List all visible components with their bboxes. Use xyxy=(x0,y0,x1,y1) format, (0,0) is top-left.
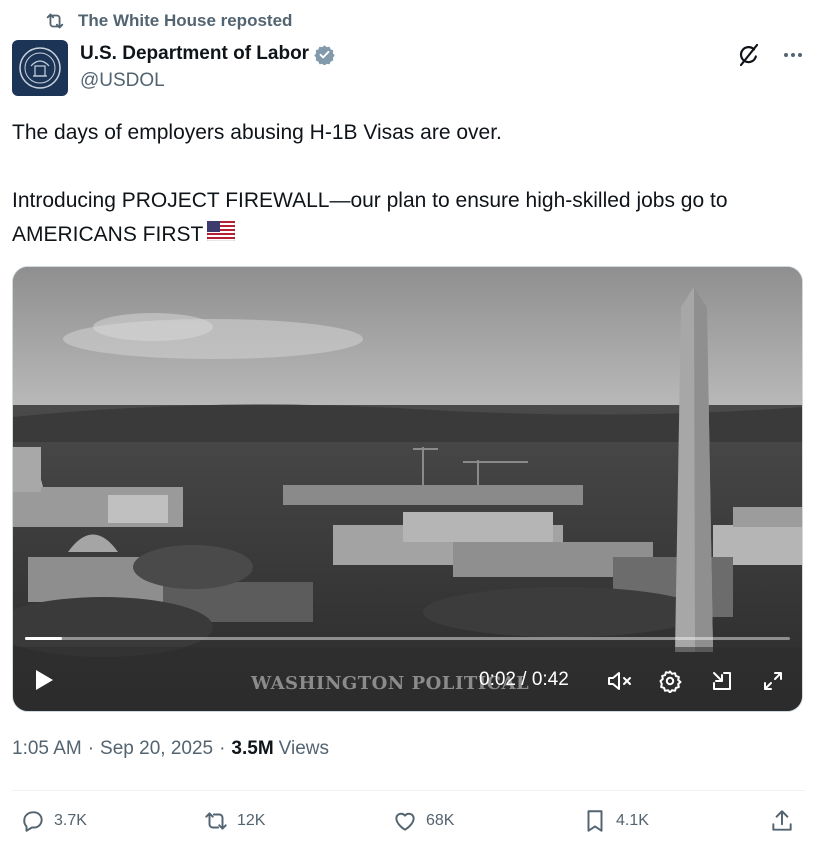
video-frame xyxy=(13,267,802,711)
like-count: 68K xyxy=(426,812,455,829)
heart-icon xyxy=(392,808,418,834)
meta-separator: · xyxy=(87,738,95,759)
tweet-action-bar: 3.7K 12K 68K 4.1K xyxy=(12,808,805,838)
video-time: 0:02 / 0:42 xyxy=(479,669,569,690)
video-progress-bar[interactable] xyxy=(25,637,790,640)
share-icon xyxy=(769,808,795,834)
repost-label: The White House reposted xyxy=(78,11,293,30)
bookmark-count: 4.1K xyxy=(616,812,649,829)
views-label[interactable]: Views xyxy=(279,738,329,760)
repost-button[interactable]: 12K xyxy=(203,808,265,834)
share-button[interactable] xyxy=(769,808,803,834)
fullscreen-icon[interactable] xyxy=(759,667,787,695)
author-name-row[interactable]: U.S. Department of Labor xyxy=(80,42,335,66)
picture-in-picture-icon[interactable] xyxy=(708,667,736,695)
mute-icon[interactable] xyxy=(605,667,635,695)
meta-separator: · xyxy=(219,738,226,759)
reply-button[interactable]: 3.7K xyxy=(20,808,87,834)
us-flag-emoji-icon xyxy=(206,218,236,252)
grok-icon[interactable] xyxy=(735,42,761,68)
play-icon[interactable] xyxy=(29,665,59,695)
tweet-text: The days of employers abusing H-1B Visas… xyxy=(12,116,812,252)
verified-badge-icon[interactable] xyxy=(314,44,335,65)
bookmark-icon xyxy=(582,808,608,834)
author-name[interactable]: U.S. Department of Labor xyxy=(80,43,309,65)
more-options-icon[interactable] xyxy=(781,43,805,67)
views-count[interactable]: 3.5M xyxy=(231,738,273,760)
video-progress-fill xyxy=(25,637,62,640)
divider xyxy=(12,790,805,791)
settings-gear-icon[interactable] xyxy=(656,667,684,695)
avatar[interactable] xyxy=(12,40,68,96)
tweet-text-content: The days of employers abusing H-1B Visas… xyxy=(12,121,728,246)
repost-header[interactable]: The White House reposted xyxy=(44,10,292,32)
tweet-time[interactable]: 1:05 AM xyxy=(12,738,82,760)
repost-icon xyxy=(44,10,66,32)
repost-icon xyxy=(203,808,229,834)
tweet-meta: 1:05 AM · Sep 20, 2025 · 3.5M Views xyxy=(12,738,329,760)
repost-count: 12K xyxy=(237,812,266,829)
author-handle[interactable]: @USDOL xyxy=(80,70,165,92)
like-button[interactable]: 68K xyxy=(392,808,454,834)
reply-count: 3.7K xyxy=(54,812,87,829)
reply-icon xyxy=(20,808,46,834)
bookmark-button[interactable]: 4.1K xyxy=(582,808,649,834)
department-seal-icon xyxy=(19,47,61,89)
tweet-top-actions xyxy=(735,42,805,68)
video-player[interactable]: WASHINGTON POLITICAL 0:02 / 0:42 xyxy=(12,266,803,712)
tweet-date[interactable]: Sep 20, 2025 xyxy=(100,738,213,760)
